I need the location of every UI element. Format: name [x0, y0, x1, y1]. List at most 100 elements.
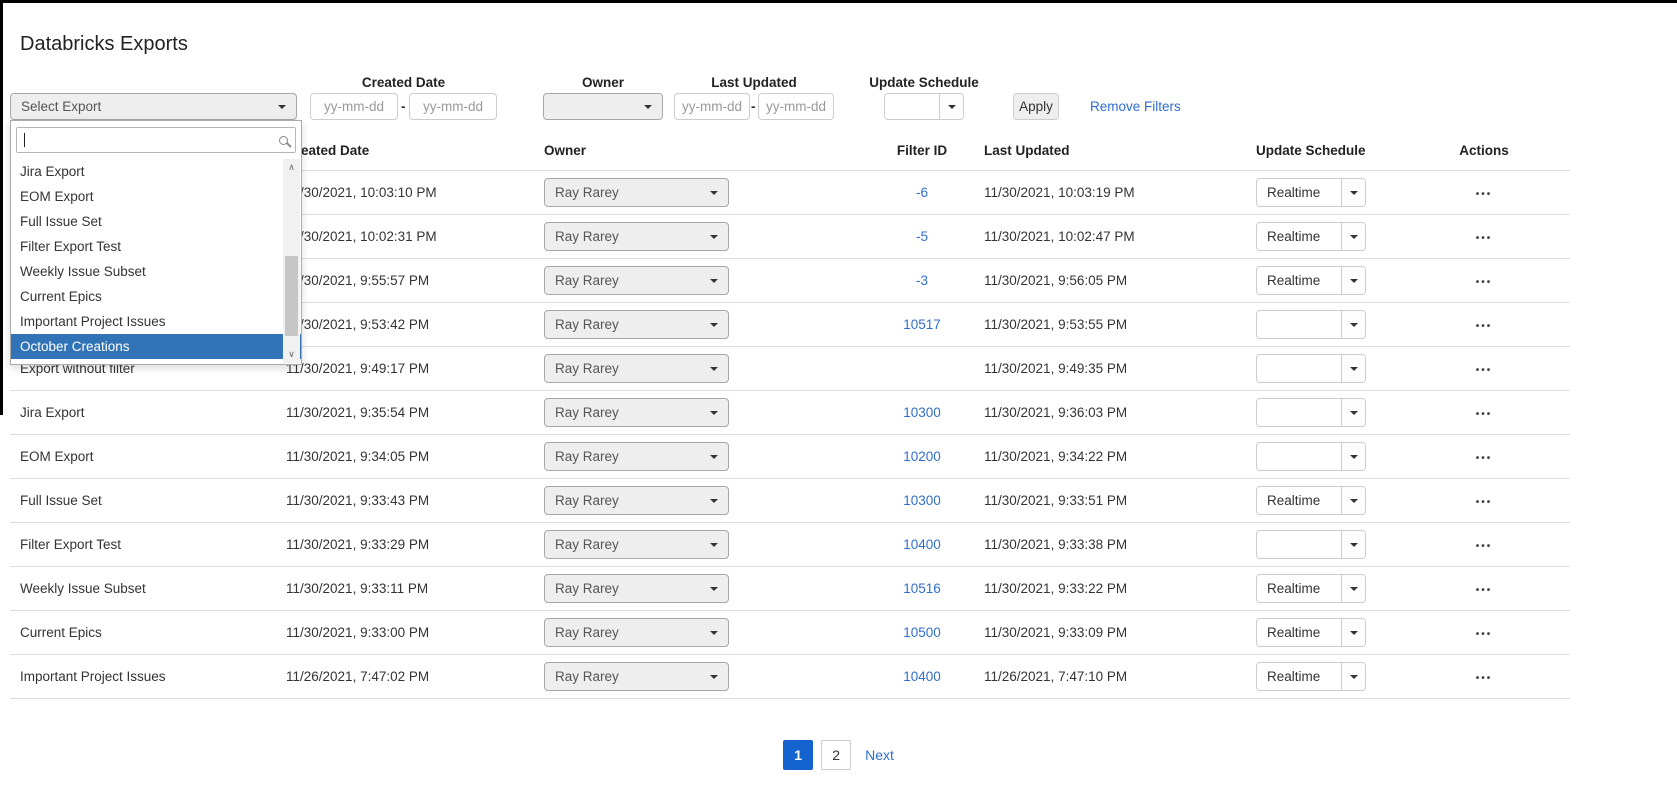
owner-select[interactable]: Ray Rarey [544, 310, 729, 339]
export-option[interactable]: Jira Export [11, 159, 301, 184]
created-date-to-input[interactable] [409, 93, 497, 120]
filter-id-link[interactable]: 10400 [903, 669, 941, 684]
update-schedule-select[interactable]: Realtime [1256, 178, 1366, 207]
ellipsis-icon[interactable]: ••• [1476, 497, 1493, 508]
filter-id-link[interactable]: 10516 [903, 581, 941, 596]
ellipsis-icon[interactable]: ••• [1476, 409, 1493, 420]
ellipsis-icon[interactable]: ••• [1476, 277, 1493, 288]
filter-id-link[interactable]: 10517 [903, 317, 941, 332]
last-updated-value: 11/30/2021, 10:03:19 PM [976, 185, 1248, 200]
owner-select[interactable]: Ray Rarey [544, 530, 729, 559]
ellipsis-icon[interactable]: ••• [1476, 629, 1493, 640]
filter-id-link[interactable]: 10300 [903, 493, 941, 508]
filter-id-link[interactable]: 10200 [903, 449, 941, 464]
filter-id-link[interactable]: -6 [916, 185, 928, 200]
remove-filters-link[interactable]: Remove Filters [1090, 99, 1181, 114]
created-date-separator: - [401, 93, 406, 120]
owner-select[interactable]: Ray Rarey [544, 266, 729, 295]
owner-select[interactable]: Ray Rarey [544, 222, 729, 251]
update-schedule-select[interactable] [1256, 442, 1366, 471]
update-schedule-select[interactable]: Realtime [1256, 222, 1366, 251]
text-cursor [24, 133, 25, 147]
update-schedule-select[interactable]: Realtime [1256, 266, 1366, 295]
export-option[interactable]: Weekly Issue Subset [11, 259, 301, 284]
export-option[interactable]: Full Issue Set [11, 209, 301, 234]
owner-select-value: Ray Rarey [555, 669, 619, 684]
ellipsis-icon[interactable]: ••• [1476, 233, 1493, 244]
export-option-label: Full Issue Set [20, 214, 102, 229]
caret-down-icon [710, 499, 718, 503]
table-row: Weekly Issue Subset 11/30/2021, 9:33:11 … [10, 566, 1570, 610]
owner-select[interactable]: Ray Rarey [544, 574, 729, 603]
select-export-placeholder: Select Export [21, 99, 101, 114]
owner-filter-select[interactable] [543, 93, 663, 120]
apply-button[interactable]: Apply [1013, 93, 1059, 120]
export-option[interactable]: October Creations [11, 334, 301, 359]
ellipsis-icon[interactable]: ••• [1476, 321, 1493, 332]
col-header-filter-id: Filter ID [868, 143, 976, 158]
update-schedule-label: Update Schedule [844, 75, 1004, 90]
update-schedule-filter-select[interactable] [884, 93, 964, 120]
ellipsis-icon[interactable]: ••• [1476, 541, 1493, 552]
update-schedule-select[interactable]: Realtime [1256, 486, 1366, 515]
caret-down-icon [710, 191, 718, 195]
owner-select[interactable]: Ray Rarey [544, 398, 729, 427]
select-export-dropdown[interactable]: Select Export [10, 93, 297, 120]
filter-id-link[interactable]: 10500 [903, 625, 941, 640]
last-updated-separator: - [751, 93, 756, 120]
caret-down-icon [644, 105, 652, 109]
update-schedule-select[interactable]: Realtime [1256, 574, 1366, 603]
export-option[interactable]: Important Project Issues [11, 309, 301, 334]
owner-select-value: Ray Rarey [555, 405, 619, 420]
export-option[interactable]: Current Epics [11, 284, 301, 309]
filter-id-link[interactable]: -5 [916, 229, 928, 244]
update-schedule-filter-value [885, 94, 939, 119]
page-button[interactable]: 2 [821, 740, 851, 770]
export-search-input[interactable] [16, 127, 296, 153]
col-header-update-schedule: Update Schedule [1248, 143, 1398, 158]
chevron-up-icon[interactable]: ∧ [283, 159, 300, 176]
update-schedule-select[interactable] [1256, 310, 1366, 339]
ellipsis-icon[interactable]: ••• [1476, 453, 1493, 464]
caret-down-icon [1341, 399, 1365, 426]
scrollbar-thumb[interactable] [285, 256, 298, 336]
owner-select-value: Ray Rarey [555, 449, 619, 464]
created-date-from-input[interactable] [310, 93, 398, 120]
owner-select[interactable]: Ray Rarey [544, 178, 729, 207]
created-date-value: 11/30/2021, 9:35:54 PM [278, 405, 536, 420]
update-schedule-select[interactable]: Realtime [1256, 662, 1366, 691]
filter-id-link[interactable]: 10400 [903, 537, 941, 552]
owner-select[interactable]: Ray Rarey [544, 662, 729, 691]
page-button[interactable]: 1 [783, 740, 813, 770]
next-page-link[interactable]: Next [865, 747, 894, 763]
export-option[interactable]: Filter Export Test [11, 234, 301, 259]
chevron-down-icon[interactable]: ∨ [283, 346, 300, 363]
update-schedule-select[interactable]: Realtime [1256, 618, 1366, 647]
last-updated-to-input[interactable] [758, 93, 834, 120]
ellipsis-icon[interactable]: ••• [1476, 585, 1493, 596]
export-name: Weekly Issue Subset [10, 581, 278, 596]
owner-select[interactable]: Ray Rarey [544, 618, 729, 647]
ellipsis-icon[interactable]: ••• [1476, 673, 1493, 684]
caret-down-icon [710, 367, 718, 371]
ellipsis-icon[interactable]: ••• [1476, 365, 1493, 376]
last-updated-value: 11/26/2021, 7:47:10 PM [976, 669, 1248, 684]
export-option-label: Important Project Issues [20, 314, 166, 329]
window-left-border [0, 0, 3, 415]
update-schedule-select[interactable] [1256, 530, 1366, 559]
filter-id-link[interactable]: -3 [916, 273, 928, 288]
update-schedule-value [1257, 531, 1341, 558]
owner-select[interactable]: Ray Rarey [544, 486, 729, 515]
created-date-value: 11/30/2021, 10:03:10 PM [278, 185, 536, 200]
filter-id-link[interactable]: 10300 [903, 405, 941, 420]
owner-select-value: Ray Rarey [555, 625, 619, 640]
update-schedule-select[interactable] [1256, 398, 1366, 427]
dropdown-scrollbar[interactable]: ∧ ∨ [283, 159, 300, 363]
update-schedule-select[interactable] [1256, 354, 1366, 383]
owner-select[interactable]: Ray Rarey [544, 354, 729, 383]
owner-select[interactable]: Ray Rarey [544, 442, 729, 471]
ellipsis-icon[interactable]: ••• [1476, 189, 1493, 200]
export-option[interactable]: EOM Export [11, 184, 301, 209]
created-date-value: 11/30/2021, 9:53:42 PM [278, 317, 536, 332]
last-updated-from-input[interactable] [674, 93, 750, 120]
